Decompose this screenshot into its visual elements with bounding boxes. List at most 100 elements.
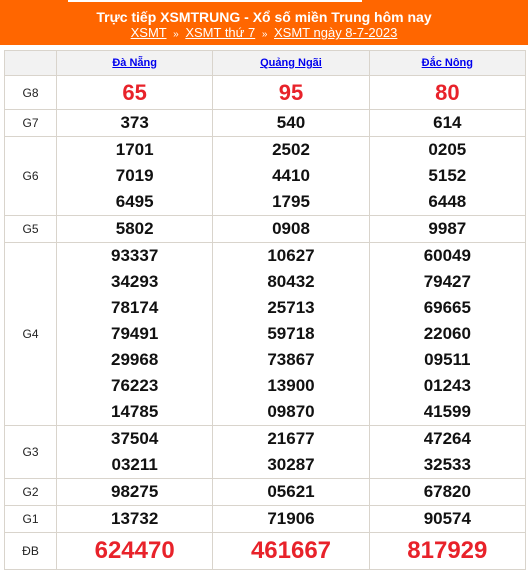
prize-label: G5 bbox=[4, 215, 57, 243]
prize-number: 69665 bbox=[423, 298, 471, 317]
prize-row-db: ĐB 624470 461667 817929 bbox=[4, 532, 527, 570]
prize-row-g2: G2 98275 05621 67820 bbox=[4, 478, 527, 506]
prize-label: G2 bbox=[4, 478, 57, 506]
prize-label: G8 bbox=[4, 75, 57, 110]
prize-number: 71906 bbox=[267, 509, 315, 528]
prize-number: 95 bbox=[278, 80, 304, 105]
prize-number: 09511 bbox=[424, 350, 471, 369]
breadcrumb-xsmt[interactable]: XSMT bbox=[131, 25, 167, 40]
province-link-quang-ngai[interactable]: Quảng Ngãi bbox=[260, 57, 322, 69]
prize-number: 1795 bbox=[272, 192, 310, 211]
province-link-dac-nong[interactable]: Đắc Nông bbox=[422, 57, 473, 69]
prize-number: 59718 bbox=[267, 324, 315, 343]
prize-cell: 98275 bbox=[55, 478, 214, 506]
prize-number: 6495 bbox=[115, 192, 154, 211]
prize-number: 37504 bbox=[111, 429, 159, 448]
prize-number: 14785 bbox=[111, 402, 159, 421]
prize-cell: 90574 bbox=[368, 505, 527, 533]
header-province: Đà Nẵng bbox=[55, 50, 214, 76]
prize-cell: 47264 32533 bbox=[368, 425, 527, 479]
prize-number: 817929 bbox=[407, 537, 488, 564]
prize-cell: 13732 bbox=[55, 505, 214, 533]
prize-cell: 614 bbox=[368, 109, 527, 137]
prize-number: 79491 bbox=[111, 324, 159, 343]
prize-number: 0205 bbox=[428, 140, 467, 159]
header-empty-cell bbox=[4, 50, 57, 76]
prize-number: 47264 bbox=[423, 429, 471, 448]
prize-cell: 373 bbox=[55, 109, 214, 137]
prize-row-g5: G5 5802 0908 9987 bbox=[4, 215, 527, 243]
prize-row-g3: G3 37504 03211 21677 30287 47264 32533 bbox=[4, 425, 527, 479]
prize-number: 614 bbox=[433, 113, 462, 132]
prize-number: 03211 bbox=[111, 455, 158, 474]
province-link-da-nang[interactable]: Đà Nẵng bbox=[112, 57, 157, 69]
prize-number: 90574 bbox=[423, 509, 471, 528]
prize-number: 5802 bbox=[115, 219, 154, 238]
prize-number: 13732 bbox=[111, 509, 159, 528]
prize-number: 22060 bbox=[423, 324, 471, 343]
prize-number: 01243 bbox=[423, 376, 471, 395]
prize-number: 624470 bbox=[94, 537, 175, 564]
prize-cell: 67820 bbox=[368, 478, 527, 506]
prize-number: 09870 bbox=[267, 402, 315, 421]
prize-row-g6: G6 1701 7019 6495 2502 4410 1795 0205 5152 6448 bbox=[4, 136, 527, 216]
prize-cell: 71906 bbox=[212, 505, 370, 533]
header-province: Đắc Nông bbox=[368, 50, 527, 76]
prize-cell: 0908 bbox=[212, 215, 370, 243]
prize-cell: 2502 4410 1795 bbox=[212, 136, 370, 216]
prize-number: 1701 bbox=[115, 140, 154, 159]
prize-number: 4410 bbox=[272, 166, 310, 185]
prize-number: 461667 bbox=[250, 537, 332, 564]
prize-number: 80432 bbox=[267, 272, 315, 291]
table-header-row: Đà Nẵng Quảng Ngãi Đắc Nông bbox=[4, 50, 527, 76]
breadcrumb-separator: » bbox=[261, 29, 268, 40]
prize-cell: 37504 03211 bbox=[55, 425, 214, 479]
prize-cell: 5802 bbox=[55, 215, 214, 243]
prize-number: 13900 bbox=[267, 376, 315, 395]
prize-cell: 60049 79427 69665 22060 09511 01243 41599 bbox=[368, 242, 527, 426]
prize-number: 25713 bbox=[267, 298, 315, 317]
prize-cell: 9987 bbox=[368, 215, 527, 243]
prize-label: G1 bbox=[4, 505, 57, 533]
banner-top-line bbox=[68, 0, 362, 2]
prize-cell: 65 bbox=[55, 75, 214, 110]
lottery-results-table: Đà Nẵng Quảng Ngãi Đắc Nông G8 65 95 80 G7 37… bbox=[4, 50, 527, 570]
prize-number: 93337 bbox=[111, 246, 159, 265]
prize-number: 67820 bbox=[423, 482, 471, 501]
breadcrumb-separator: » bbox=[173, 29, 179, 40]
prize-cell: 624470 bbox=[55, 532, 214, 570]
prize-number: 05621 bbox=[267, 482, 315, 501]
prize-number: 34293 bbox=[111, 272, 159, 291]
breadcrumb-xsmt-thu-7[interactable]: XSMT thứ 7 bbox=[185, 25, 255, 40]
page-title: Trực tiếp XSMTRUNG - Xổ số miền Trung hô… bbox=[96, 9, 432, 25]
prize-cell: 21677 30287 bbox=[212, 425, 370, 479]
prize-label: ĐB bbox=[4, 532, 57, 570]
prize-cell: 540 bbox=[212, 109, 370, 137]
prize-cell: 80 bbox=[368, 75, 527, 110]
prize-cell: 93337 34293 78174 79491 29968 76223 14785 bbox=[55, 242, 214, 426]
prize-label: G3 bbox=[4, 425, 57, 479]
breadcrumb-xsmt-date[interactable]: XSMT ngày 8-7-2023 bbox=[274, 25, 397, 40]
header-province: Quảng Ngãi bbox=[212, 50, 370, 76]
prize-number: 30287 bbox=[267, 455, 315, 474]
prize-cell: 05621 bbox=[212, 478, 370, 506]
prize-number: 79427 bbox=[423, 272, 471, 291]
prize-number: 9987 bbox=[428, 219, 467, 238]
header-banner: Trực tiếp XSMTRUNG - Xổ số miền Trung hô… bbox=[0, 0, 528, 45]
prize-cell: 817929 bbox=[368, 532, 527, 570]
prize-number: 60049 bbox=[423, 246, 471, 265]
prize-number: 65 bbox=[122, 80, 147, 105]
prize-number: 540 bbox=[276, 113, 306, 132]
prize-number: 0908 bbox=[272, 219, 310, 238]
prize-number: 7019 bbox=[115, 166, 154, 185]
prize-row-g4: G4 93337 34293 78174 79491 29968 76223 14785 106… bbox=[4, 242, 527, 426]
prize-cell: 0205 5152 6448 bbox=[368, 136, 527, 216]
prize-number: 76223 bbox=[111, 376, 159, 395]
breadcrumb: XSMT » XSMT thứ 7 » XSMT ngày 8-7-2023 bbox=[0, 25, 528, 42]
results-body: G8 65 95 80 G7 373 540 614 G6 1701 7019 6495 2502 441… bbox=[4, 75, 527, 570]
prize-cell: 461667 bbox=[212, 532, 370, 570]
prize-number: 80 bbox=[435, 80, 460, 105]
prize-number: 73867 bbox=[267, 350, 315, 369]
prize-number: 10627 bbox=[267, 246, 315, 265]
prize-row-g8: G8 65 95 80 bbox=[4, 75, 527, 110]
